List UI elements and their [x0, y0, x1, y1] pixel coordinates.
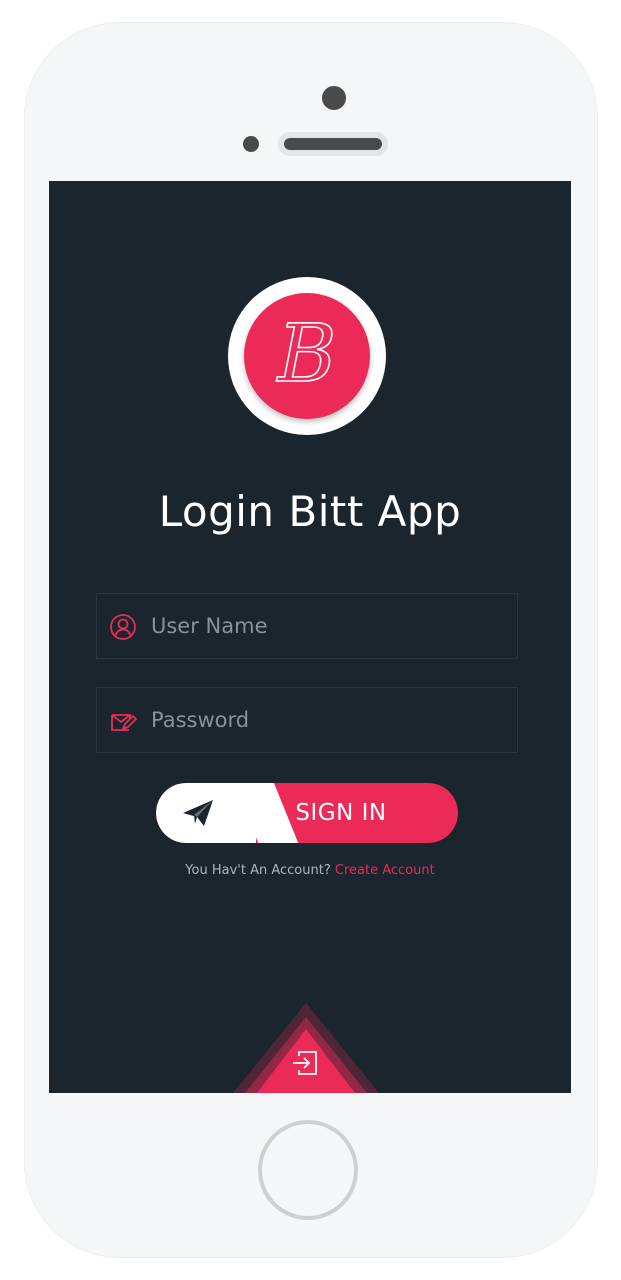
- bottom-login-tab[interactable]: [233, 1003, 379, 1093]
- create-account-prompt: You Hav't An Account? Create Account: [49, 863, 571, 878]
- login-screen: B Login Bitt App SIGN IN You Hav't: [49, 181, 571, 1093]
- logo-letter-b-icon: B: [275, 306, 337, 401]
- username-field[interactable]: [96, 593, 518, 659]
- earpiece-speaker: [278, 132, 388, 156]
- app-logo: B: [228, 277, 386, 435]
- create-account-link[interactable]: Create Account: [335, 863, 435, 878]
- logo-letter: B: [276, 307, 337, 400]
- sign-in-label: SIGN IN: [295, 800, 387, 826]
- sign-in-button[interactable]: SIGN IN: [156, 783, 458, 843]
- edit-mail-icon: [111, 714, 137, 731]
- home-button[interactable]: [258, 1120, 358, 1220]
- paper-plane-icon: [183, 800, 213, 826]
- logo-badge: B: [244, 293, 370, 419]
- username-input[interactable]: [151, 594, 491, 658]
- front-camera: [322, 86, 346, 110]
- password-input[interactable]: [151, 688, 491, 752]
- account-question: You Hav't An Account?: [185, 863, 331, 878]
- password-field[interactable]: [96, 687, 518, 753]
- proximity-sensor: [243, 136, 259, 152]
- page-title: Login Bitt App: [158, 487, 462, 536]
- user-icon: [110, 614, 136, 640]
